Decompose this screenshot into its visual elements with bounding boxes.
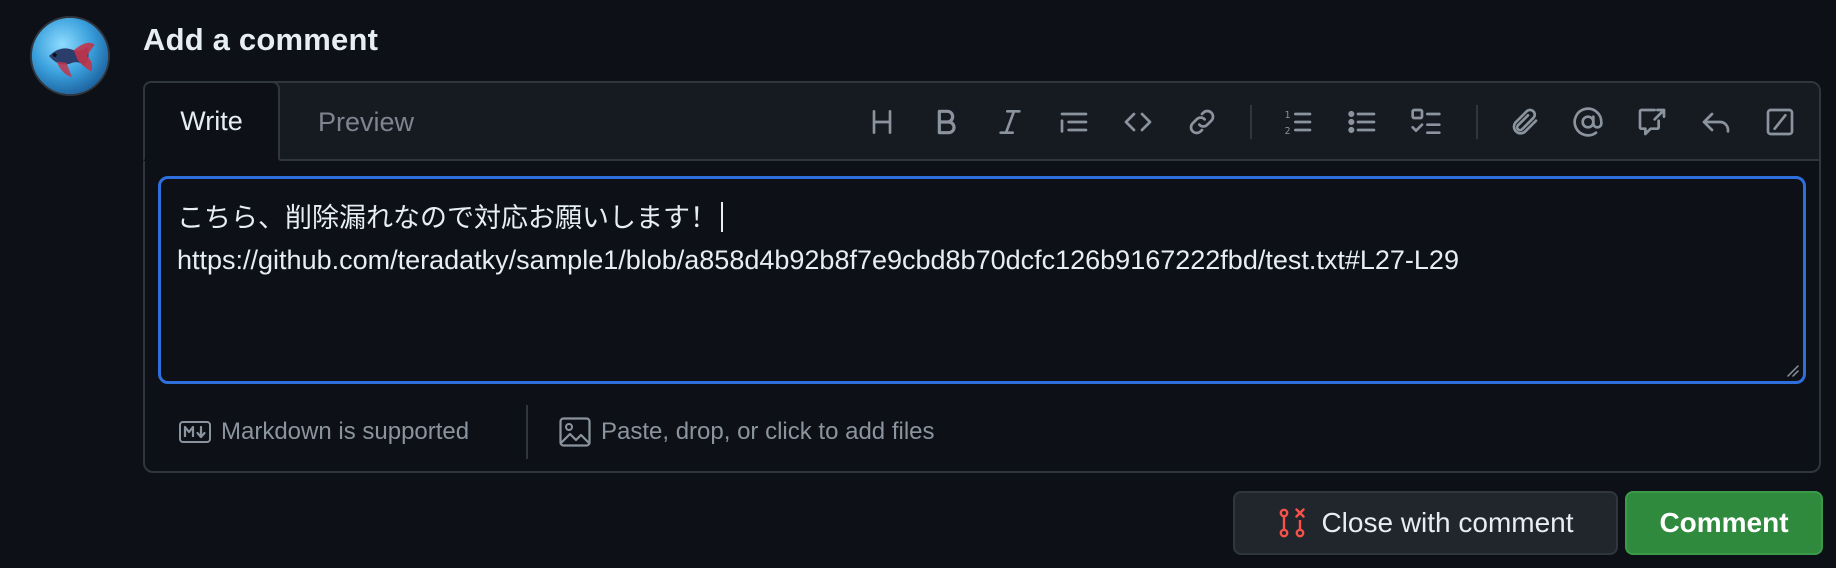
comment-text-line-2: https://github.com/teradatky/sample1/blo… [177,245,1459,275]
attach-icon[interactable] [1504,102,1544,142]
comment-editor: Write Preview 12 こちら、削除漏れなので対応お願いします！ ht… [143,81,1821,473]
code-icon[interactable] [1118,102,1158,142]
mention-icon[interactable] [1568,102,1608,142]
avatar[interactable] [30,16,110,96]
svg-text:1: 1 [1285,110,1291,121]
comment-text-line-1: こちら、削除漏れなので対応お願いします！ [177,203,717,233]
tab-preview[interactable]: Preview [280,83,452,161]
add-files-label: Paste, drop, or click to add files [601,418,935,445]
editor-header: Write Preview 12 [143,81,1819,161]
markdown-icon [179,421,211,443]
comment-button[interactable]: Comment [1625,491,1823,555]
bold-icon[interactable] [926,102,966,142]
slash-command-icon[interactable] [1760,102,1800,142]
svg-text:2: 2 [1285,126,1291,137]
close-with-comment-label: Close with comment [1321,507,1574,538]
cross-reference-icon[interactable] [1632,102,1672,142]
editor-footer: Markdown is supported Paste, drop, or cl… [145,393,1819,471]
toolbar-divider [1476,105,1478,139]
comment-textarea[interactable]: こちら、削除漏れなので対応お願いします！ https://github.com/… [158,176,1806,384]
footer-divider [526,405,528,459]
link-icon[interactable] [1182,102,1222,142]
unordered-list-icon[interactable] [1342,102,1382,142]
quote-icon[interactable] [1054,102,1094,142]
resize-grip-icon[interactable] [1785,363,1799,377]
tab-write[interactable]: Write [143,81,280,161]
ordered-list-icon[interactable]: 12 [1278,102,1318,142]
task-list-icon[interactable] [1406,102,1446,142]
markdown-supported-link[interactable]: Markdown is supported [179,393,469,471]
markdown-label: Markdown is supported [221,418,470,445]
text-caret [721,202,723,232]
close-with-comment-button[interactable]: Close with comment [1233,491,1618,555]
image-icon [559,417,591,447]
betta-fish-avatar-icon [32,18,108,94]
add-files-button[interactable]: Paste, drop, or click to add files [559,393,935,471]
toolbar-divider [1250,105,1252,139]
italic-icon[interactable] [990,102,1030,142]
page-title: Add a comment [143,22,379,57]
heading-icon[interactable] [862,102,902,142]
reply-icon[interactable] [1696,102,1736,142]
issue-closed-icon [1277,507,1307,539]
